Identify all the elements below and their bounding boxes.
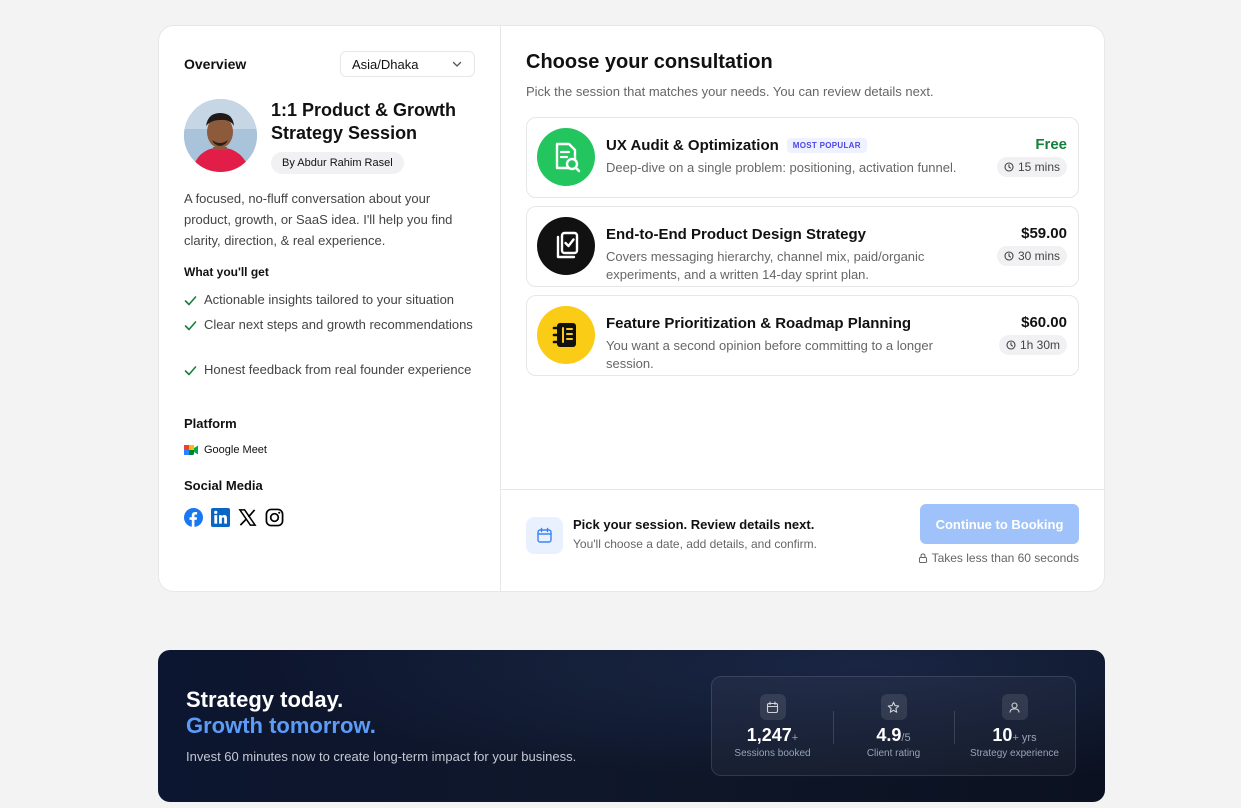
popular-badge: MOST POPULAR (786, 138, 867, 153)
benefit-item: Clear next steps and growth recommendati… (184, 315, 484, 335)
service-price: $59.00 (1021, 225, 1067, 242)
service-title: Feature Prioritization & Roadmap Plannin… (606, 315, 911, 332)
service-card-roadmap-planning[interactable]: Feature Prioritization & Roadmap Plannin… (526, 295, 1079, 376)
check-icon (184, 296, 197, 306)
benefit-text: Honest feedback from real founder experi… (204, 362, 472, 377)
clock-icon (1004, 251, 1014, 261)
stat-value: 10+ yrs (992, 725, 1037, 745)
instagram-icon[interactable] (265, 508, 284, 527)
banner-headline: Strategy today. (186, 687, 344, 712)
service-title: End-to-End Product Design Strategy (606, 226, 866, 243)
stat-value: 1,247+ (746, 725, 799, 745)
x-icon[interactable] (238, 508, 257, 527)
notebook-icon (537, 306, 595, 364)
service-title-text: End-to-End Product Design Strategy (606, 226, 867, 243)
service-duration-text: 1h 30m (1019, 338, 1060, 352)
service-card-ux-audit[interactable]: UX Audit & Optimization MOST POPULAR Dee… (526, 117, 1079, 198)
benefit-text: Clear next steps and growth recommendati… (204, 317, 473, 332)
check-icon (184, 321, 197, 331)
overview-header: Overview Asia/Dhaka (184, 51, 475, 77)
benefit-item: Honest feedback from real founder experi… (184, 360, 484, 380)
overview-title: Overview (184, 56, 247, 72)
benefit-item: Actionable insights tailored to your sit… (184, 290, 484, 310)
stat-sessions: 1,247+ Sessions booked (712, 677, 833, 775)
stat-label: Strategy experience (970, 748, 1059, 759)
time-note-text: Takes less than 60 seconds (931, 551, 1079, 565)
star-icon (880, 694, 907, 720)
service-card-design-strategy[interactable]: End-to-End Product Design Strategy Cover… (526, 206, 1079, 287)
checklist-stack-icon (537, 217, 595, 275)
service-price: Free (1035, 136, 1067, 153)
session-title: 1:1 Product & Growth Strategy Session (271, 100, 457, 143)
session-description: A focused, no-fluff conversation about y… (184, 191, 453, 248)
stat-value: 4.9/5 (876, 725, 911, 745)
time-note: Takes less than 60 seconds (918, 551, 1079, 565)
service-title: UX Audit & Optimization MOST POPULAR (606, 137, 867, 154)
service-description: Covers messaging hierarchy, channel mix,… (606, 249, 925, 282)
promo-banner: Strategy today. Growth tomorrow. Invest … (158, 650, 1105, 802)
facebook-icon[interactable] (184, 508, 203, 527)
stat-label: Client rating (866, 748, 921, 759)
clock-icon (1004, 162, 1014, 172)
booking-footer: Pick your session. Review details next. … (501, 489, 1104, 591)
stat-experience: 10+ yrs Strategy experience (954, 677, 1075, 775)
user-icon (1001, 694, 1028, 720)
service-description: Deep-dive on a single problem: positioni… (606, 160, 957, 175)
overview-panel: Overview Asia/Dhaka 1:1 Product & Growth… (159, 26, 501, 591)
consultation-panel: Choose your consultation Pick the sessio… (501, 26, 1104, 591)
platform-heading: Platform (184, 416, 237, 431)
footer-subtitle: You'll choose a date, add details, and c… (573, 537, 818, 551)
service-duration: 30 mins (996, 246, 1067, 266)
social-links (184, 508, 284, 527)
linkedin-icon[interactable] (211, 508, 230, 527)
timezone-value: Asia/Dhaka (352, 56, 419, 72)
avatar (184, 99, 257, 172)
host-badge: By Abdur Rahim Rasel (271, 152, 404, 174)
platform-name: Google Meet (204, 444, 267, 456)
timezone-select[interactable]: Asia/Dhaka (340, 51, 475, 77)
consultation-subtitle: Pick the session that matches your needs… (526, 84, 934, 99)
service-duration-text: 30 mins (1017, 249, 1060, 263)
consultation-title: Choose your consultation (526, 51, 773, 73)
footer-title: Pick your session. Review details next. (573, 517, 815, 532)
service-duration: 1h 30m (998, 335, 1067, 355)
continue-to-booking-button[interactable]: Continue to Booking (920, 504, 1079, 544)
calendar-icon (759, 694, 786, 720)
stat-rating: 4.9/5 Client rating (833, 677, 954, 775)
service-duration-text: 15 mins (1017, 160, 1060, 174)
chevron-down-icon (452, 61, 462, 67)
lock-icon (918, 553, 927, 563)
stats-panel: 1,247+ Sessions booked 4.9/5 Client rati… (711, 676, 1076, 776)
calendar-icon (526, 517, 563, 554)
service-title-text: Feature Prioritization & Roadmap Plannin… (606, 315, 912, 332)
service-price: $60.00 (1021, 314, 1067, 331)
booking-card: Overview Asia/Dhaka 1:1 Product & Growth… (158, 25, 1105, 592)
service-title-text: UX Audit & Optimization (606, 137, 779, 154)
benefit-text: Actionable insights tailored to your sit… (204, 292, 455, 307)
platform-item: Google Meet (184, 444, 267, 456)
social-heading: Social Media (184, 478, 263, 493)
service-duration: 15 mins (996, 157, 1067, 177)
clock-icon (1006, 340, 1016, 350)
google-meet-icon (184, 445, 198, 455)
check-icon (184, 366, 197, 376)
service-description: You want a second opinion before committ… (606, 338, 933, 371)
stat-label: Sessions booked (734, 748, 811, 759)
banner-subtitle: Invest 60 minutes now to create long-ter… (186, 749, 577, 764)
banner-highlight: Growth tomorrow. (186, 713, 376, 738)
benefits-heading: What you'll get (184, 265, 269, 279)
document-search-icon (537, 128, 595, 186)
